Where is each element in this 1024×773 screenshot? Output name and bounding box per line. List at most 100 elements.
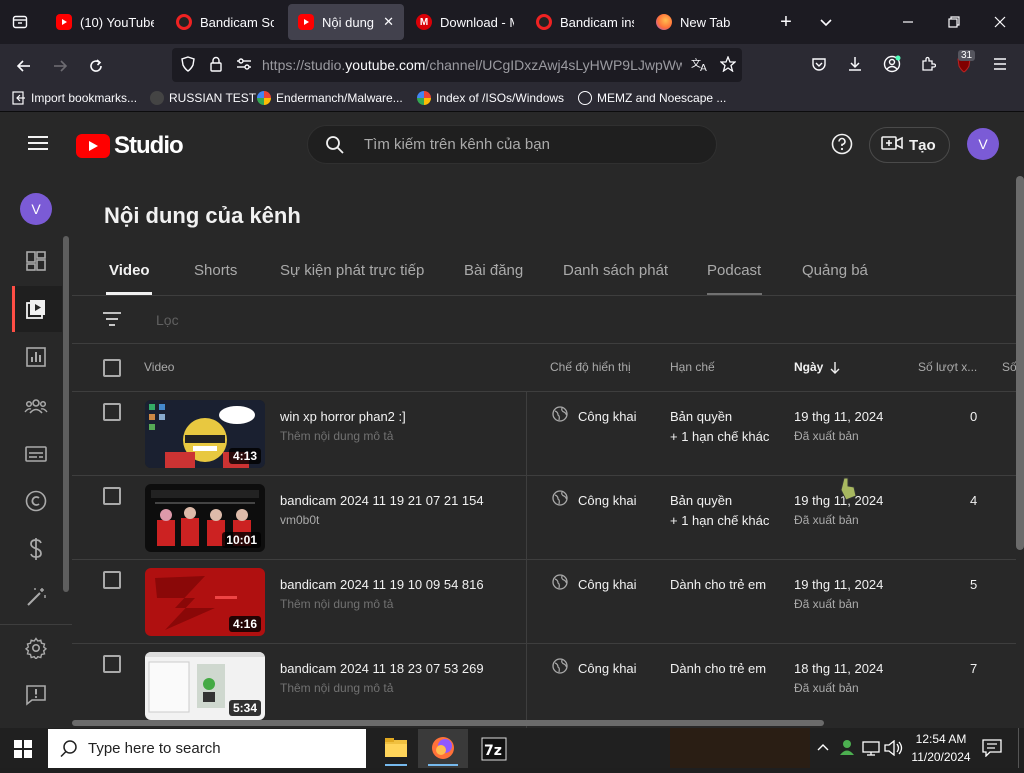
- show-desktop-button[interactable]: [1018, 728, 1024, 768]
- translate-icon[interactable]: 文A: [686, 50, 714, 78]
- bookmark-endermanch[interactable]: Endermanch/Malware...: [257, 91, 403, 105]
- feedback-icon[interactable]: [16, 677, 56, 713]
- help-icon[interactable]: [831, 133, 853, 160]
- sort-down-arrow-icon[interactable]: [829, 361, 841, 380]
- analytics-icon[interactable]: [16, 339, 56, 375]
- community-icon[interactable]: [16, 388, 56, 424]
- video-thumbnail[interactable]: 10:01: [145, 484, 265, 552]
- close-tab-icon[interactable]: ✕: [383, 14, 394, 30]
- tab-overview-icon[interactable]: [6, 8, 34, 36]
- clock-time[interactable]: 12:54 AM: [914, 732, 968, 746]
- back-arrow-icon[interactable]: [10, 52, 38, 80]
- file-explorer-button[interactable]: [376, 729, 416, 768]
- video-thumbnail[interactable]: 5:34: [145, 652, 265, 720]
- row-checkbox[interactable]: [103, 487, 121, 505]
- minimize-window-icon[interactable]: [894, 8, 922, 36]
- reload-icon[interactable]: [82, 52, 110, 80]
- visibility-value[interactable]: Công khai: [578, 577, 637, 592]
- taskbar-search-placeholder[interactable]: Type here to search: [88, 740, 221, 757]
- visibility-value[interactable]: Công khai: [578, 409, 637, 424]
- column-header-visibility[interactable]: Chế độ hiển thị: [550, 360, 631, 374]
- settings-gear-icon[interactable]: [16, 630, 56, 666]
- sidebar-scrollbar[interactable]: [63, 236, 69, 592]
- search-input-placeholder[interactable]: Tìm kiếm trên kênh của bạn: [364, 136, 550, 153]
- tab-posts[interactable]: Bài đăng: [464, 262, 523, 279]
- browser-tab-mega[interactable]: M Download - M: [406, 4, 524, 40]
- visibility-value[interactable]: Công khai: [578, 493, 637, 508]
- column-header-date[interactable]: Ngày: [794, 360, 823, 374]
- monetization-dollar-icon[interactable]: [16, 531, 56, 567]
- clock-date[interactable]: 11/20/2024: [909, 750, 973, 764]
- video-thumbnail[interactable]: 4:16: [145, 568, 265, 636]
- restriction-value[interactable]: Dành cho trẻ em: [670, 577, 766, 592]
- restriction-extra[interactable]: + 1 hạn chế khác: [670, 429, 769, 444]
- video-title[interactable]: bandicam 2024 11 19 10 09 54 816: [280, 577, 484, 592]
- network-icon[interactable]: [862, 740, 880, 761]
- create-button[interactable]: Tạo: [869, 127, 950, 163]
- downloads-icon[interactable]: [841, 50, 869, 78]
- bookmark-star-icon[interactable]: [714, 50, 742, 78]
- content-play-icon[interactable]: [16, 291, 56, 327]
- customization-wand-icon[interactable]: [16, 579, 56, 615]
- new-tab-plus-icon[interactable]: +: [772, 8, 800, 36]
- subtitles-icon[interactable]: [16, 436, 56, 472]
- video-thumbnail[interactable]: 4:13: [145, 400, 265, 468]
- restriction-value[interactable]: Bản quyền: [670, 409, 732, 424]
- account-icon[interactable]: [878, 50, 906, 78]
- tab-podcast[interactable]: Podcast: [707, 262, 761, 279]
- column-header-comments[interactable]: Số: [1002, 360, 1017, 374]
- bookmark-memz[interactable]: MEMZ and Noescape ...: [578, 91, 726, 105]
- tab-live[interactable]: Sự kiện phát trực tiếp: [280, 262, 424, 279]
- dashboard-icon[interactable]: [16, 243, 56, 279]
- firefox-taskbar-button[interactable]: [418, 729, 468, 768]
- search-icon[interactable]: [325, 135, 345, 160]
- column-header-restrictions[interactable]: Hạn chế: [670, 360, 715, 374]
- user-tray-icon[interactable]: [838, 738, 856, 761]
- restriction-value[interactable]: Dành cho trẻ em: [670, 661, 766, 676]
- channel-avatar[interactable]: V: [20, 193, 52, 225]
- forward-arrow-icon[interactable]: [46, 52, 74, 80]
- tab-promotions[interactable]: Quảng bá: [802, 262, 868, 279]
- restriction-value[interactable]: Bản quyền: [670, 493, 732, 508]
- restore-window-icon[interactable]: [940, 8, 968, 36]
- filter-input-placeholder[interactable]: Lọc: [156, 312, 179, 328]
- pocket-icon[interactable]: [805, 50, 833, 78]
- tracking-protection-shield-icon[interactable]: [174, 50, 202, 78]
- windows-start-icon[interactable]: [14, 740, 32, 763]
- close-window-icon[interactable]: [986, 8, 1014, 36]
- browser-tab-bandicam-install[interactable]: Bandicam inst: [526, 4, 644, 40]
- browser-tab-new[interactable]: New Tab: [646, 4, 764, 40]
- column-header-views[interactable]: Số lượt x...: [918, 360, 977, 374]
- tab-shorts[interactable]: Shorts: [194, 262, 237, 279]
- horizontal-scrollbar[interactable]: [72, 720, 824, 726]
- notifications-icon[interactable]: [982, 739, 1002, 762]
- video-title[interactable]: bandicam 2024 11 19 21 07 21 154: [280, 493, 484, 508]
- select-all-checkbox[interactable]: [103, 359, 121, 377]
- copyright-icon[interactable]: [16, 483, 56, 519]
- browser-tab-bandicam-screen[interactable]: Bandicam Scre: [166, 4, 284, 40]
- bookmark-import[interactable]: Import bookmarks...: [12, 91, 137, 105]
- account-avatar[interactable]: V: [967, 128, 999, 160]
- menu-hamburger-icon[interactable]: [26, 133, 50, 158]
- tab-video[interactable]: Video: [109, 262, 150, 279]
- volume-speaker-icon[interactable]: [884, 739, 904, 761]
- tab-playlists[interactable]: Danh sách phát: [563, 262, 668, 279]
- studio-logo[interactable]: Studio: [76, 132, 184, 160]
- lock-icon[interactable]: [202, 50, 230, 78]
- browser-tab-youtube[interactable]: (10) YouTube: [46, 4, 164, 40]
- bookmark-isos[interactable]: Index of /ISOs/Windows: [417, 91, 564, 105]
- visibility-value[interactable]: Công khai: [578, 661, 637, 676]
- permissions-icon[interactable]: [230, 50, 258, 78]
- app-menu-hamburger-icon[interactable]: [986, 50, 1014, 78]
- filter-icon[interactable]: [102, 311, 122, 332]
- extensions-puzzle-icon[interactable]: [914, 50, 942, 78]
- video-title[interactable]: win xp horror phan2 :]: [280, 409, 406, 424]
- list-tabs-chevron-icon[interactable]: [812, 8, 840, 36]
- show-hidden-icons-chevron[interactable]: [816, 740, 830, 759]
- row-checkbox[interactable]: [103, 571, 121, 589]
- bookmark-russian-test[interactable]: RUSSIAN TEST: [150, 91, 256, 105]
- row-checkbox[interactable]: [103, 403, 121, 421]
- url-text[interactable]: https://studio.youtube.com/channel/UCgID…: [262, 57, 682, 73]
- 7zip-taskbar-button[interactable]: 7z: [474, 729, 514, 768]
- browser-tab-studio[interactable]: Nội dung cỉ ✕: [288, 4, 404, 40]
